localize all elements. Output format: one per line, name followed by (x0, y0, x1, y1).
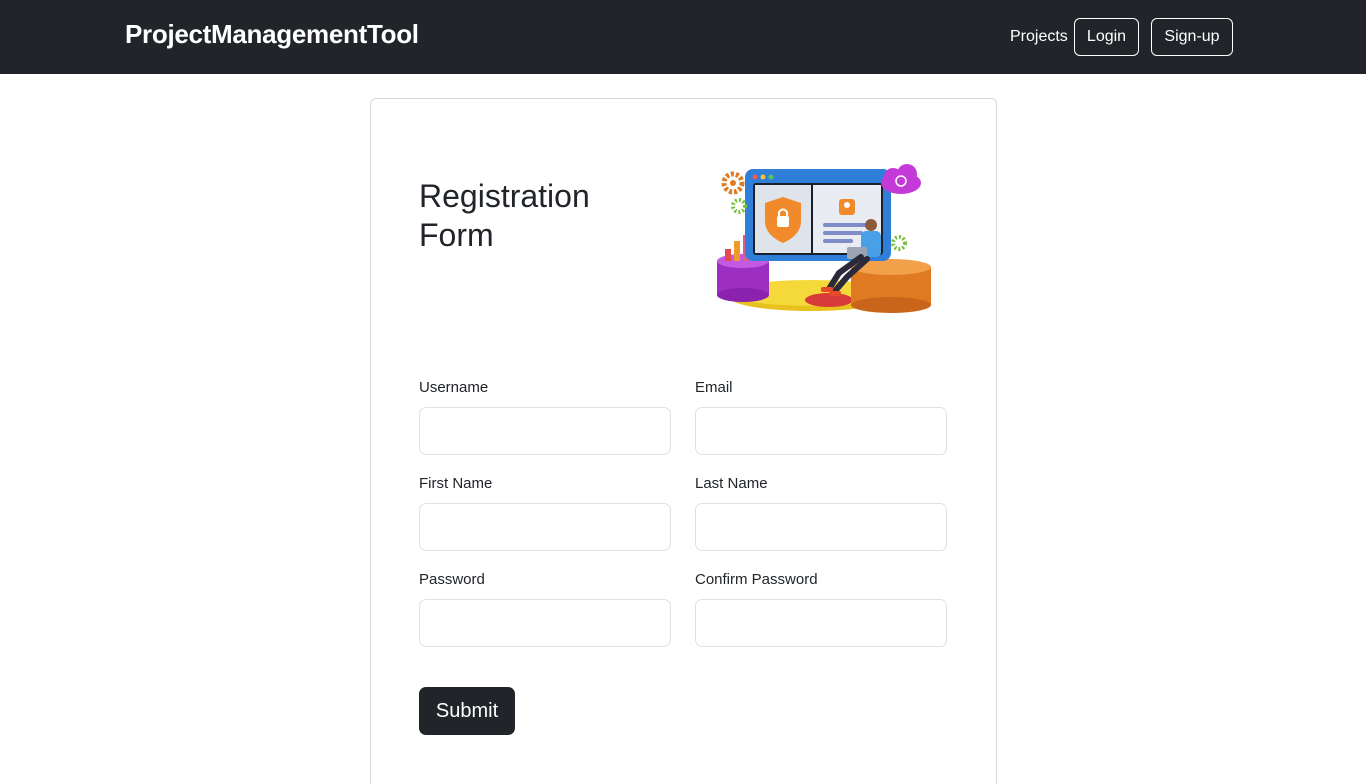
login-button[interactable]: Login (1074, 18, 1139, 56)
first-name-input[interactable] (419, 503, 671, 551)
confirm-password-input[interactable] (695, 599, 947, 647)
navbar: ProjectManagementTool Projects Login Sig… (0, 0, 1366, 74)
registration-security-illustration (717, 164, 931, 313)
username-input[interactable] (419, 407, 671, 455)
last-name-input[interactable] (695, 503, 947, 551)
registration-card: Registration Form Username Email First N… (370, 98, 997, 784)
email-input[interactable] (695, 407, 947, 455)
nav-link-projects[interactable]: Projects (1010, 27, 1068, 47)
email-label: Email (695, 379, 733, 396)
submit-button[interactable]: Submit (419, 687, 515, 735)
first-name-label: First Name (419, 475, 493, 492)
signup-button[interactable]: Sign-up (1151, 18, 1233, 56)
brand-link[interactable]: ProjectManagementTool (125, 17, 419, 51)
username-label: Username (419, 379, 489, 396)
password-label: Password (419, 571, 485, 588)
last-name-label: Last Name (695, 475, 768, 492)
form-title: Registration Form (419, 178, 590, 253)
confirm-password-label: Confirm Password (695, 571, 818, 588)
password-input[interactable] (419, 599, 671, 647)
